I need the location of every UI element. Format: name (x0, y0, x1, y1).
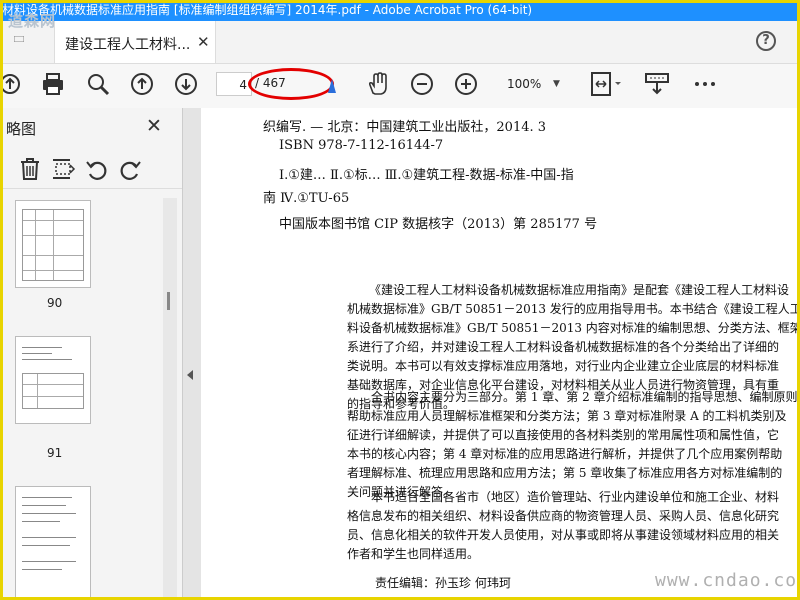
doc-line: 全书内容主要分为三部分。第 1 章、第 2 章介绍标准编制的指导思想、编制原则 (371, 390, 798, 404)
doc-line: 《建设工程人工材料设备机械数据标准应用指南》是配套《建设工程人工材料设 (369, 283, 790, 297)
document-page: 织编写. — 北京：中国建筑工业出版社，2014. 3 ISBN 978-7-1… (201, 108, 800, 600)
thumbnail-page-number: 90 (47, 296, 63, 310)
print-icon[interactable] (40, 71, 66, 97)
tab-document[interactable]: 建设工程人工材料... ✕ (54, 21, 216, 63)
doc-line: 本书的核心内容；第 4 章对标准的应用思路进行解析，并提供了几个应用案例帮助 (347, 447, 783, 461)
sidebar-scrollbar[interactable] (163, 198, 177, 598)
next-page-icon[interactable] (173, 71, 199, 97)
sidebar-title: 略图 (6, 120, 37, 138)
sidebar-close-icon[interactable]: ✕ (146, 115, 162, 137)
upload-icon[interactable] (0, 71, 26, 97)
zoom-value: 100% (507, 77, 542, 91)
home-icon[interactable] (14, 36, 24, 42)
doc-line: 南 Ⅳ.①TU-65 (263, 191, 350, 206)
hand-tool-icon[interactable] (365, 71, 391, 97)
rotate-left-icon[interactable] (84, 156, 110, 182)
thumbnail-page[interactable] (15, 486, 91, 600)
doc-line: 料设备机械数据标准》GB/T 50851－2013 内容对标准的编制思想、分类方… (347, 321, 800, 335)
red-ellipse-annotation (248, 68, 334, 100)
editor-line: 责任编辑：孙玉珍 何玮珂 (375, 576, 511, 590)
doc-line: 织编写. — 北京：中国建筑工业出版社，2014. 3 (263, 120, 547, 135)
cursor-arrow-icon (328, 78, 336, 93)
doc-line: ISBN 978-7-112-16144-7 (279, 138, 444, 153)
tab-close-icon[interactable]: ✕ (197, 33, 210, 51)
thumbnail-page[interactable] (15, 200, 91, 288)
window-title: 材料设备机械数据标准应用指南 [标准编制组组织编写] 2014年.pdf - A… (2, 3, 533, 17)
rotate-right-icon[interactable] (117, 156, 143, 182)
doc-line: 机械数据标准》GB/T 50851－2013 发行的应用指导用书。本书结合《建设… (347, 302, 800, 316)
zoom-in-icon[interactable] (453, 71, 479, 97)
page-number-input[interactable]: 4 (216, 72, 252, 96)
doc-line: 征进行详细解读，并提供了可以直接使用的各材料类别的常用属性项和属性值，它 (347, 428, 780, 442)
thumbnail-page[interactable] (15, 336, 91, 424)
prev-page-icon[interactable] (129, 71, 155, 97)
watermark-url: www.cndao.com (655, 570, 800, 591)
sidebar-scroll-thumb[interactable] (167, 292, 170, 310)
thumbnail-table (22, 209, 84, 281)
thumbnail-table (22, 373, 84, 409)
doc-line: 作者和学生也同样适用。 (347, 547, 480, 561)
doc-line: 者理解标准、梳理应用思路和应用方法；第 5 章收集了标准应用各方对标准编制的 (347, 466, 783, 480)
doc-line: 系进行了介绍，并对建设工程人工材料设备机械数据标准的各个分类给出了详细的 (347, 340, 780, 354)
main-toolbar (0, 63, 800, 109)
zoom-search-icon[interactable] (85, 71, 111, 97)
trash-icon[interactable] (17, 156, 43, 182)
thumbnail-page-number: 91 (47, 446, 63, 460)
read-mode-icon[interactable] (644, 71, 670, 97)
tab-label: 建设工程人工材料... (65, 37, 191, 53)
zoom-select[interactable]: 100% ▼ (497, 72, 571, 96)
doc-line: Ⅰ.①建… Ⅱ.①标… Ⅲ.①建筑工程-数据-标准-中国-指 (279, 168, 574, 183)
more-icon[interactable] (692, 71, 718, 97)
doc-line: 本书适合全国各省市（地区）造价管理站、行业内建设单位和施工企业、材料 (371, 490, 780, 504)
chevron-down-icon: ▼ (553, 79, 560, 89)
doc-line: 员、信息化相关的软件开发人员使用，对从事或即将从事建设领域材料应用的相关 (347, 528, 780, 542)
doc-line: 格信息发布的相关组织、材料设备供应商的物资管理人员、采购人员、信息化研究 (347, 509, 780, 523)
zoom-out-icon[interactable] (409, 71, 435, 97)
title-bar: 材料设备机械数据标准应用指南 [标准编制组组织编写] 2014年.pdf - A… (0, 0, 800, 21)
watermark-logo: 道森网 (8, 12, 57, 30)
doc-line: 帮助标准应用人员理解标准框架和分类方法；第 3 章对标准附录 A 的工料机类别及 (347, 409, 787, 423)
fit-page-icon[interactable] (590, 71, 624, 97)
help-icon[interactable]: ? (756, 31, 776, 51)
doc-line: 类说明。本书可以有效支撑标准应用落地，对行业内企业建立企业底层的材料标准 (347, 359, 780, 373)
extract-pages-icon[interactable] (50, 156, 76, 182)
collapse-sidebar-icon[interactable] (187, 370, 193, 380)
doc-line: 中国版本图书馆 CIP 数据核字（2013）第 285177 号 (279, 217, 598, 232)
